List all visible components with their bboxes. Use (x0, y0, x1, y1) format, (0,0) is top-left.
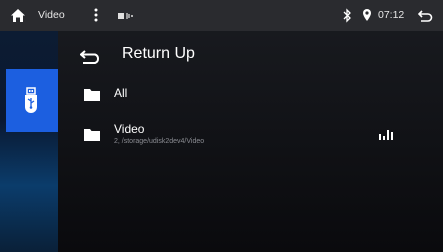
bluetooth-icon (343, 8, 351, 23)
list-item-path: 2, /storage/udisk2dev4/Video (114, 138, 205, 145)
list-item[interactable]: All (58, 78, 443, 112)
return-icon (80, 50, 99, 64)
media-browser-screen: Video 07:12 Return Up All Video 2, /stor… (0, 0, 443, 252)
return-up-label: Return Up (122, 45, 195, 62)
list-item[interactable]: Video 2, /storage/udisk2dev4/Video (58, 114, 443, 156)
folder-icon (84, 129, 100, 141)
location-icon (363, 9, 371, 21)
source-sidebar (0, 31, 58, 252)
home-icon[interactable] (10, 8, 26, 23)
list-item-label: All (114, 86, 128, 100)
media-indicator-icon (118, 13, 133, 19)
list-item-label: Video (114, 122, 145, 136)
app-title: Video (38, 9, 65, 21)
folder-icon (84, 89, 100, 101)
more-vertical-icon[interactable] (93, 7, 99, 23)
clock-time: 07:12 (378, 9, 405, 21)
back-icon[interactable] (418, 9, 433, 22)
return-up-button[interactable]: Return Up (58, 36, 443, 76)
sidebar-item-usb[interactable] (6, 69, 58, 132)
equalizer-icon (379, 130, 393, 140)
usb-icon (25, 87, 37, 113)
status-bar: Video 07:12 (0, 0, 443, 31)
